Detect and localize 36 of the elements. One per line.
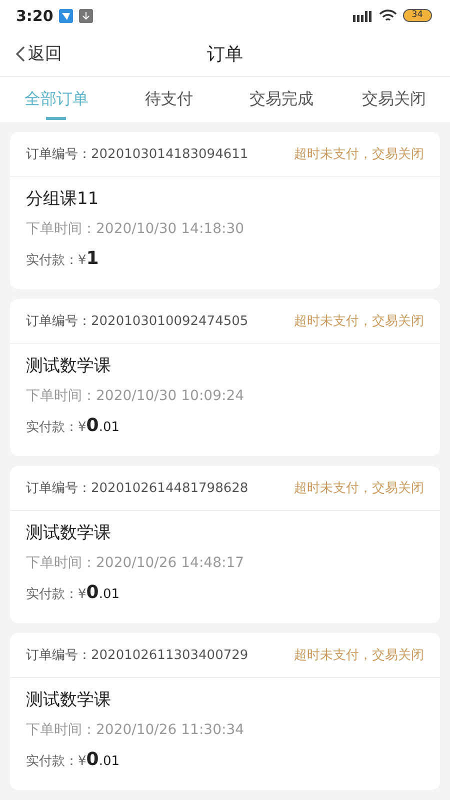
back-chevron-icon: [14, 44, 26, 63]
order-card[interactable]: 订单编号：2020103014183094611 超时未支付，交易关闭 分组课11 下单时间：2020/10/30 14:18:30 实付款：¥1: [10, 132, 440, 289]
order-status: 超时未支付，交易关闭: [294, 480, 424, 497]
order-number: 订单编号：2020103014183094611: [26, 146, 248, 163]
order-number: 订单编号：2020102611303400729: [26, 647, 248, 664]
order-status: 超时未支付，交易关闭: [294, 647, 424, 664]
order-time: 下单时间：2020/10/30 10:09:24: [26, 387, 246, 405]
course-name: 分组课11: [26, 188, 100, 210]
order-status: 超时未支付，交易关闭: [294, 313, 424, 330]
order-tab[interactable]: 交易关闭: [338, 76, 450, 122]
page-title: 订单: [207, 42, 243, 66]
back-button[interactable]: 返回: [0, 42, 62, 66]
order-tab[interactable]: 交易完成: [225, 76, 338, 122]
order-card[interactable]: 订单编号：2020102611303400729 超时未支付，交易关闭 测试数学课 下单时间：2020/10/26 11:30:34 实付款：¥0.01: [10, 633, 440, 790]
paid-amount: 实付款：¥0.01: [26, 415, 120, 436]
wifi-icon: [378, 9, 397, 22]
order-card[interactable]: 订单编号：2020103010092474505 超时未支付，交易关闭 测试数学课 下单时间：2020/10/30 10:09:24 实付款：¥0.01: [10, 299, 440, 456]
order-time: 下单时间：2020/10/26 11:30:34: [26, 721, 246, 739]
paid-amount: 实付款：¥0.01: [26, 749, 120, 770]
order-time: 下单时间：2020/10/30 14:18:30: [26, 220, 246, 238]
paid-amount: 实付款：¥0.01: [26, 582, 120, 603]
course-name: 测试数学课: [26, 689, 112, 711]
status-time: 3:20: [16, 6, 54, 25]
order-time: 下单时间：2020/10/26 14:48:17: [26, 554, 246, 572]
course-name: 测试数学课: [26, 355, 112, 377]
order-tab[interactable]: 待支付: [112, 76, 225, 122]
app-notification-icon: [59, 8, 74, 23]
signal-icon: [352, 10, 373, 22]
order-number: 订单编号：2020103010092474505: [26, 313, 248, 330]
paid-amount: 实付款：¥1: [26, 248, 100, 269]
download-icon: [79, 8, 94, 23]
battery-level: 34: [402, 9, 432, 22]
order-number: 订单编号：2020102614481798628: [26, 480, 248, 497]
order-status: 超时未支付，交易关闭: [294, 146, 424, 163]
course-name: 测试数学课: [26, 522, 112, 544]
order-card[interactable]: 订单编号：2020102614481798628 超时未支付，交易关闭 测试数学课 下单时间：2020/10/26 14:48:17 实付款：¥0.01: [10, 466, 440, 623]
